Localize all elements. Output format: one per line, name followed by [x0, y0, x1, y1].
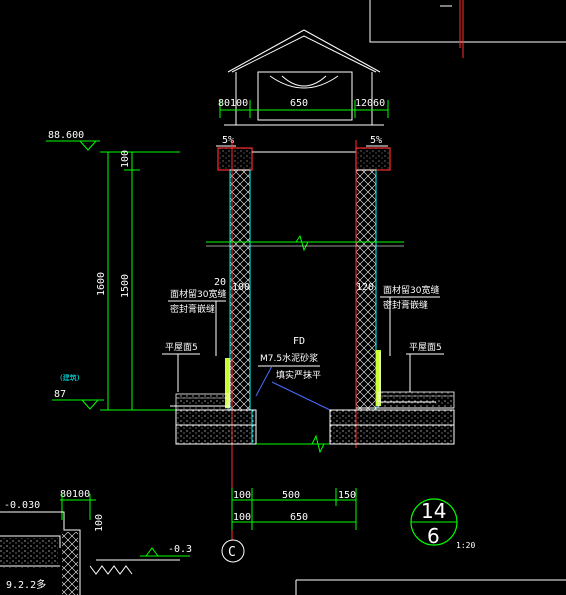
dimension-bottom: 100 500 150 100 650 — [231, 488, 357, 530]
note-fd: FD — [293, 336, 305, 347]
roof-right: 平屋面5 — [406, 342, 444, 392]
roof-right-label: 平屋面5 — [409, 342, 442, 353]
note-mortar: M7.5水泥砂浆 — [260, 352, 318, 364]
elev-lower-b: -0.3 — [168, 544, 192, 555]
dim-v-100: 100 — [120, 150, 131, 168]
dim-b-500: 500 — [282, 490, 300, 501]
elev-lower-a: -0.030 — [4, 500, 40, 511]
axis-lines — [231, 0, 461, 540]
coping-caps — [217, 147, 391, 171]
detail-scale: 1:20 — [456, 541, 475, 550]
dim-v-1600: 1600 — [96, 272, 107, 296]
dim-b-650: 650 — [290, 512, 308, 523]
dimension-left: 100 1600 1500 — [96, 150, 180, 411]
structural-slab — [175, 409, 455, 454]
cad-detail-drawing: 80100 650 12060 5% 5% 100 1600 1500 88.6… — [0, 0, 566, 595]
dim-120: 120 — [356, 282, 374, 293]
detail-num: 14 — [421, 499, 446, 523]
elev-top: 88.600 — [48, 130, 84, 141]
roof-cap-elevation — [224, 29, 384, 126]
note-fill: 填实严抹平 — [276, 369, 321, 381]
dim-b-100b: 100 — [233, 512, 251, 523]
lower-text: 9.2.2多 — [6, 578, 46, 591]
detail-bubble: 14 6 1:20 — [410, 498, 475, 550]
note-face-right: 面材留30宽缝 — [383, 284, 439, 296]
note-seal-left: 密封膏嵌缝 — [170, 303, 215, 315]
lower-left-fragment: -0.030 80100 100 -0.3 9.2.2多 — [0, 489, 192, 595]
dim-v-1500: 1500 — [120, 274, 131, 298]
detail-sheet: 6 — [427, 524, 440, 548]
dim-b-100a: 100 — [233, 490, 251, 501]
dim-top-left: 80100 — [218, 98, 248, 109]
dim-top-right: 12060 — [355, 98, 385, 109]
lower-dim-a: 80100 — [60, 489, 90, 500]
note-center: FD M7.5水泥砂浆 填实严抹平 — [255, 336, 331, 411]
elevation-base: 87 (建筑) — [52, 373, 104, 410]
dim-top-mid: 650 — [290, 98, 308, 109]
lower-dim-b: 100 — [94, 514, 105, 532]
roof-left: 平屋面5 — [162, 342, 200, 392]
elev-tag: (建筑) — [60, 373, 80, 382]
roof-left-label: 平屋面5 — [165, 342, 198, 353]
dimension-top: 80100 650 12060 — [218, 98, 389, 118]
axis-tag-label: C — [228, 545, 236, 560]
dim-20: 20 — [214, 277, 226, 288]
dim-b-150: 150 — [338, 490, 356, 501]
elevation-top: 88.600 — [46, 130, 100, 151]
note-face-left: 面材留30宽缝 — [170, 288, 226, 300]
dim-100-left: 100 — [232, 282, 250, 293]
axis-tag: C — [221, 539, 245, 563]
elev-base: 87 — [54, 389, 66, 400]
slope-right: 5% — [370, 135, 382, 146]
